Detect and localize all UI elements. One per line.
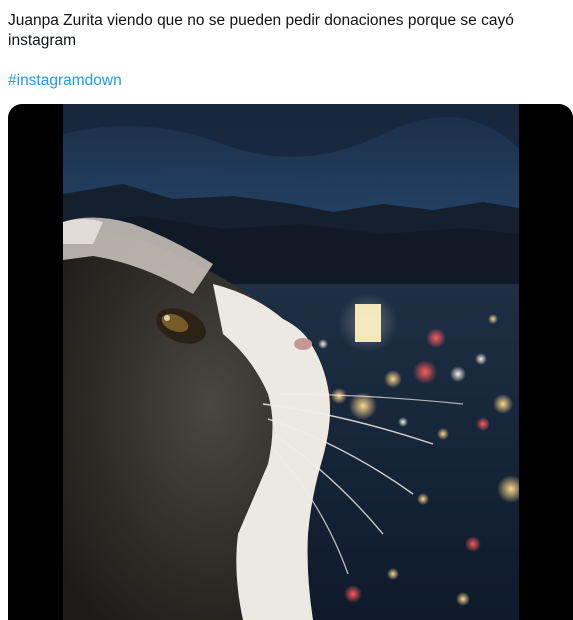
tweet-text: Juanpa Zurita viendo que no se pueden pe… — [8, 11, 573, 51]
video-player[interactable] — [8, 104, 573, 620]
video-frame — [63, 104, 519, 620]
tweet-text-line-1: Juanpa Zurita viendo que no se pueden pe… — [8, 12, 514, 29]
tweet-text-line-2: instagram — [8, 32, 77, 49]
hashtag-link[interactable]: #instagramdown — [8, 71, 122, 91]
